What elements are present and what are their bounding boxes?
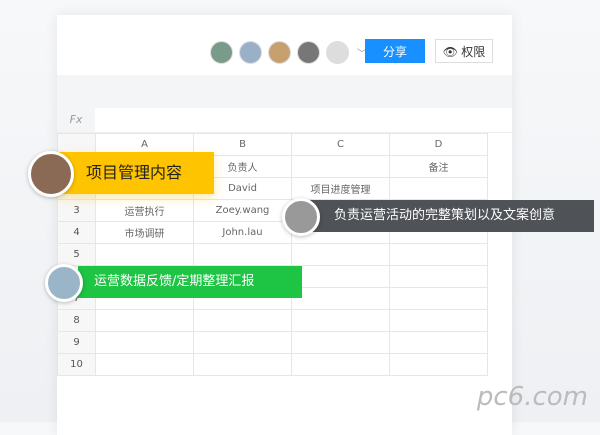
column-header[interactable]: D xyxy=(389,133,488,156)
cell[interactable]: 市场调研 xyxy=(95,221,194,244)
collaborator-avatars[interactable]: ﹀ xyxy=(210,41,367,64)
table-row: 10 xyxy=(57,353,488,376)
avatar[interactable] xyxy=(268,41,291,64)
menu-band xyxy=(57,75,512,108)
cell[interactable] xyxy=(193,309,292,332)
cell[interactable] xyxy=(291,287,390,310)
cell[interactable] xyxy=(389,243,488,266)
avatar[interactable] xyxy=(297,41,320,64)
cell[interactable] xyxy=(291,309,390,332)
cell[interactable] xyxy=(389,331,488,354)
formula-bar[interactable]: Fx xyxy=(57,108,512,133)
table-row: 8 xyxy=(57,309,488,332)
cell[interactable] xyxy=(95,243,194,266)
row-number[interactable]: 4 xyxy=(57,221,96,244)
cell[interactable] xyxy=(291,331,390,354)
avatar[interactable] xyxy=(210,41,233,64)
cell[interactable] xyxy=(193,353,292,376)
cell[interactable] xyxy=(389,353,488,376)
cell[interactable] xyxy=(389,177,488,200)
cell[interactable] xyxy=(291,353,390,376)
row-number[interactable]: 9 xyxy=(57,331,96,354)
avatar xyxy=(45,264,83,302)
callout-dark: 负责运营活动的完整策划以及文案创意 xyxy=(310,200,594,232)
cell[interactable] xyxy=(291,265,390,288)
row-number[interactable]: 5 xyxy=(57,243,96,266)
cell[interactable] xyxy=(95,309,194,332)
share-button[interactable]: 分享 xyxy=(365,39,425,63)
cell[interactable] xyxy=(95,331,194,354)
avatar[interactable] xyxy=(326,41,349,64)
callout-yellow: 项目管理内容 xyxy=(58,152,214,194)
toolbar: ﹀ 分享 👁 权限 xyxy=(57,15,512,75)
callout-green: 运营数据反馈/定期整理汇报 xyxy=(78,266,302,298)
cell[interactable]: 运营执行 xyxy=(95,199,194,222)
avatar xyxy=(282,198,320,236)
permission-label: 权限 xyxy=(461,44,486,59)
cell[interactable] xyxy=(95,353,194,376)
cell[interactable] xyxy=(193,243,292,266)
cell[interactable]: 备注 xyxy=(389,155,488,178)
row-number[interactable]: 10 xyxy=(57,353,96,376)
cell[interactable] xyxy=(389,287,488,310)
cell[interactable]: 项目进度管理 xyxy=(291,177,390,200)
watermark-logo: pc6.com xyxy=(476,382,588,412)
cell[interactable] xyxy=(389,265,488,288)
table-row: 5 xyxy=(57,243,488,266)
cell[interactable] xyxy=(291,155,390,178)
cell[interactable] xyxy=(193,331,292,354)
row-number[interactable]: 8 xyxy=(57,309,96,332)
avatar xyxy=(28,151,74,197)
fx-label: Fx xyxy=(57,108,95,132)
eye-icon: 👁 xyxy=(442,44,458,59)
cell[interactable]: Zoey.wang xyxy=(193,199,292,222)
row-number[interactable]: 3 xyxy=(57,199,96,222)
table-row: 9 xyxy=(57,331,488,354)
cell[interactable]: John.lau xyxy=(193,221,292,244)
column-header[interactable]: C xyxy=(291,133,390,156)
cell[interactable] xyxy=(291,243,390,266)
avatar[interactable] xyxy=(239,41,262,64)
permission-button[interactable]: 👁 权限 xyxy=(435,39,493,63)
cell[interactable] xyxy=(389,309,488,332)
